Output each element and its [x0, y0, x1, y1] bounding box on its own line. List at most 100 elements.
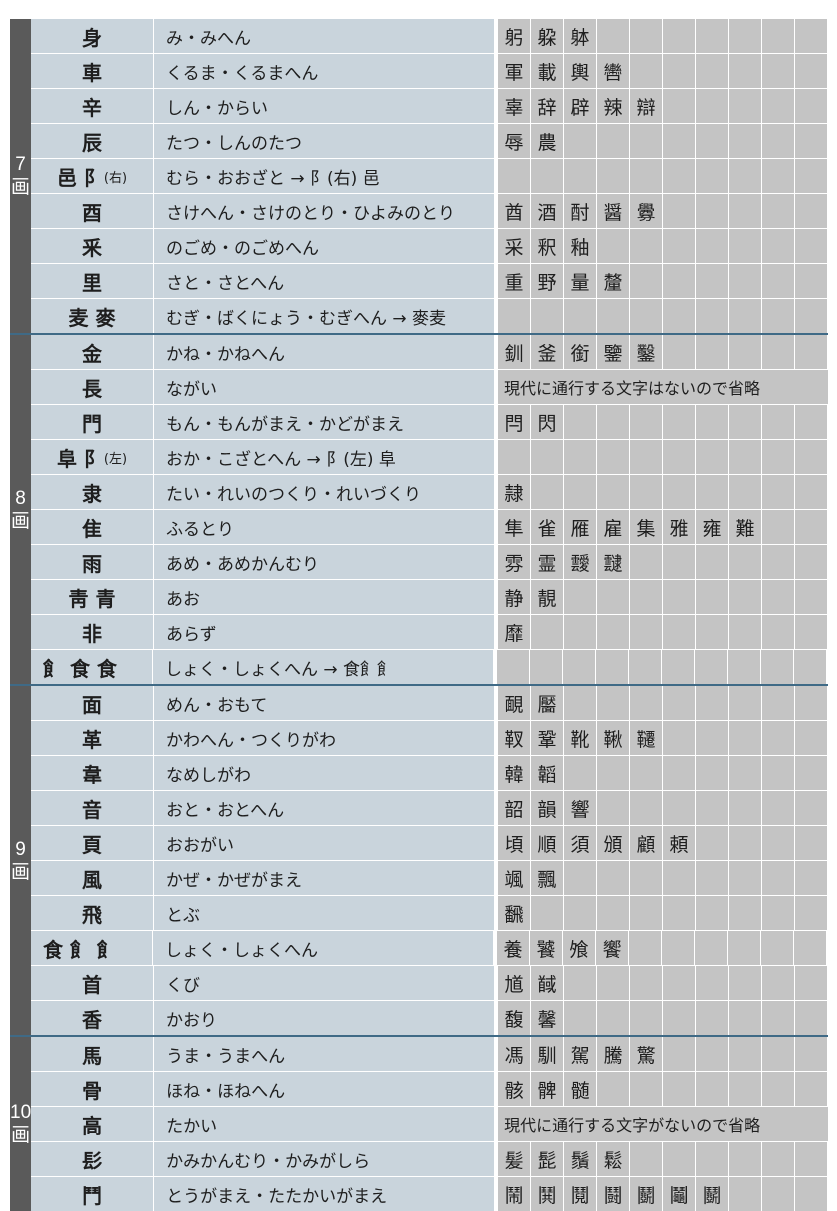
example-kanji: 釈: [531, 229, 564, 263]
example-cells: 隼雀雁雇集雅雍難: [498, 510, 828, 544]
example-kanji: [762, 1177, 796, 1211]
radical-cell: 雨: [31, 545, 154, 579]
radical-name: おおがい: [154, 826, 494, 860]
example-kanji: [696, 861, 729, 895]
table-row: 高 たかい 現代に通行する文字がないので省略: [31, 1107, 829, 1142]
example-kanji: [663, 545, 696, 579]
example-cells: 韶韻響: [498, 791, 828, 825]
stroke-group: 8 画 金 かね・かねへん釧釜銜鑒鑿長 ながい 現代に通行する文字はないので省略門 もん・も…: [10, 335, 828, 686]
example-kanji: [762, 861, 795, 895]
radical-name: たつ・しんのたつ: [154, 124, 494, 158]
example-kanji: 釁: [630, 194, 663, 228]
example-kanji: [762, 1072, 796, 1106]
radical-glyph: 身: [82, 25, 102, 50]
radical-name: かぜ・かぜがまえ: [154, 861, 494, 895]
stroke-count-label: 9画: [10, 686, 31, 1035]
radical-cell: 革: [31, 721, 154, 755]
example-kanji: [630, 615, 663, 649]
example-kanji: [762, 1037, 796, 1071]
example-kanji: [729, 264, 762, 298]
example-kanji: 雅: [663, 510, 696, 544]
example-cells: 躬躱躰: [498, 19, 828, 53]
example-kanji: 鬪: [597, 1177, 631, 1211]
example-kanji: [762, 756, 795, 790]
example-kanji: [729, 1142, 763, 1176]
example-kanji: [762, 159, 795, 193]
example-kanji: [630, 475, 663, 509]
stroke-unit: 画: [10, 860, 30, 883]
example-cells: [498, 159, 828, 193]
example-kanji: [597, 1072, 631, 1106]
example-kanji: [729, 1001, 762, 1035]
example-kanji: [795, 686, 828, 720]
example-kanji: 隼: [498, 510, 531, 544]
table-row: 食 飠 飠 しょく・しょくへん養饕飧饗: [31, 931, 828, 966]
example-kanji: [795, 1001, 828, 1035]
example-cells: 頃順須頒顧頼: [498, 826, 828, 860]
example-kanji: [564, 966, 597, 1000]
example-kanji: 頒: [597, 826, 630, 860]
radical-name: たかい: [154, 1107, 495, 1141]
example-kanji: [795, 756, 828, 790]
example-kanji: [564, 475, 597, 509]
radical-cell: 阜 阝 (左): [31, 440, 154, 474]
example-kanji: [597, 440, 630, 474]
example-kanji: [597, 159, 630, 193]
radical-name: かみかんむり・かみがしら: [154, 1142, 495, 1176]
example-cells: 現代に通行する文字はないので省略: [498, 370, 828, 404]
radical-cell: 鬥: [31, 1177, 155, 1211]
example-kanji: 量: [564, 264, 597, 298]
stroke-count-label: 7画: [10, 19, 31, 333]
example-kanji: [663, 19, 696, 53]
example-kanji: 雰: [498, 545, 531, 579]
example-kanji: 靚: [531, 580, 564, 614]
example-kanji: [696, 299, 729, 333]
example-kanji: [729, 335, 762, 369]
table-row: 里 さと・さとへん重野量釐: [31, 264, 828, 299]
example-kanji: 静: [498, 580, 531, 614]
example-kanji: 酎: [564, 194, 597, 228]
radical-cell: 飠 食 食: [31, 650, 153, 684]
example-kanji: [597, 580, 630, 614]
example-kanji: [795, 580, 828, 614]
example-kanji: 難: [729, 510, 762, 544]
example-kanji: [729, 545, 762, 579]
example-kanji: [597, 229, 630, 263]
example-kanji: [630, 861, 663, 895]
table-row: 隶 たい・れいのつくり・れいづくり隷: [31, 475, 828, 510]
example-kanji: [531, 615, 564, 649]
example-kanji: 靆: [597, 545, 630, 579]
example-kanji: [597, 475, 630, 509]
table-row: 飠 食 食 しょく・しょくへん → 食飠飠: [31, 650, 828, 684]
stroke-number: 9: [15, 838, 26, 860]
example-kanji: 靨: [531, 686, 564, 720]
table-row: 麦 麥 むぎ・ばくにょう・むぎへん → 麥麦: [31, 299, 828, 333]
example-kanji: [564, 861, 597, 895]
example-cells: 辱農: [498, 124, 828, 158]
example-kanji: [630, 229, 663, 263]
example-kanji: [596, 650, 629, 684]
example-kanji: [630, 791, 663, 825]
radical-name: み・みへん: [154, 19, 494, 53]
example-kanji: [795, 124, 828, 158]
example-kanji: 順: [531, 826, 564, 860]
example-kanji: [795, 1142, 829, 1176]
example-kanji: [696, 194, 729, 228]
example-kanji: [597, 19, 630, 53]
radical-glyph: 阜 阝: [56, 446, 104, 471]
example-kanji: [630, 756, 663, 790]
example-kanji: 鑒: [597, 335, 630, 369]
example-kanji: [696, 686, 729, 720]
radical-cell: 高: [31, 1107, 155, 1141]
example-kanji: 須: [564, 826, 597, 860]
radical-glyph: 骨: [82, 1078, 103, 1103]
example-kanji: 飜: [498, 896, 531, 930]
example-kanji: [729, 826, 762, 860]
table-row: 雨 あめ・あめかんむり雰霊靉靆: [31, 545, 828, 580]
radical-glyph: 麦 麥: [68, 305, 116, 330]
table-row: 香 かおり馥馨: [31, 1001, 828, 1035]
example-kanji: [696, 721, 729, 755]
example-kanji: [729, 1177, 763, 1211]
example-kanji: 采: [498, 229, 531, 263]
example-kanji: [762, 475, 795, 509]
